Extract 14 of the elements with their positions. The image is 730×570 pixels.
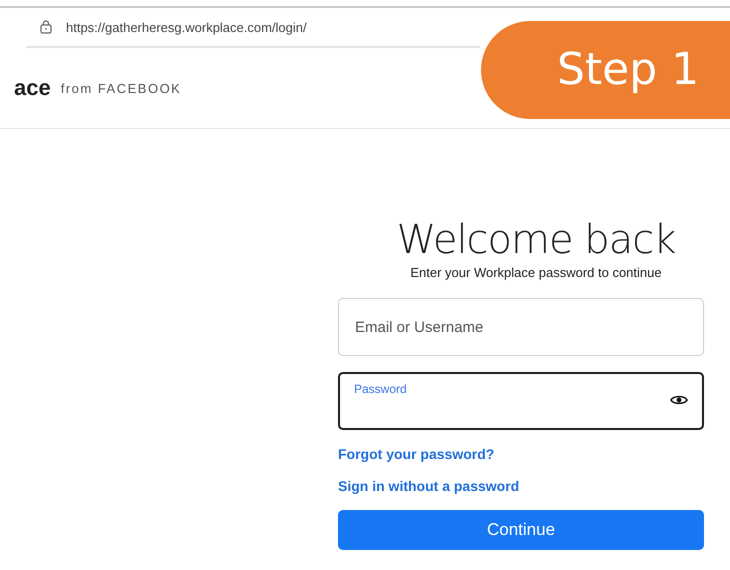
page-title: Welcome back [396, 217, 676, 263]
eye-icon[interactable] [670, 394, 688, 406]
lock-icon [40, 20, 52, 34]
logo-text: ace [14, 75, 51, 101]
password-field[interactable] [338, 372, 704, 430]
input-field[interactable]: Email or Username [338, 298, 704, 356]
field-label: Password [354, 382, 407, 396]
continue-button[interactable]: Continue [338, 510, 704, 550]
url-text: https://gatherheresg.workplace.com/login/ [66, 20, 307, 34]
subtitle: Enter your Workplace password to continue [409, 265, 663, 280]
text-link[interactable]: Forgot your password? [338, 446, 494, 462]
step-badge: Step 1 [481, 21, 730, 119]
tagline: from FACEBOOK [60, 80, 182, 96]
text-link[interactable]: Sign in without a password [338, 478, 520, 494]
